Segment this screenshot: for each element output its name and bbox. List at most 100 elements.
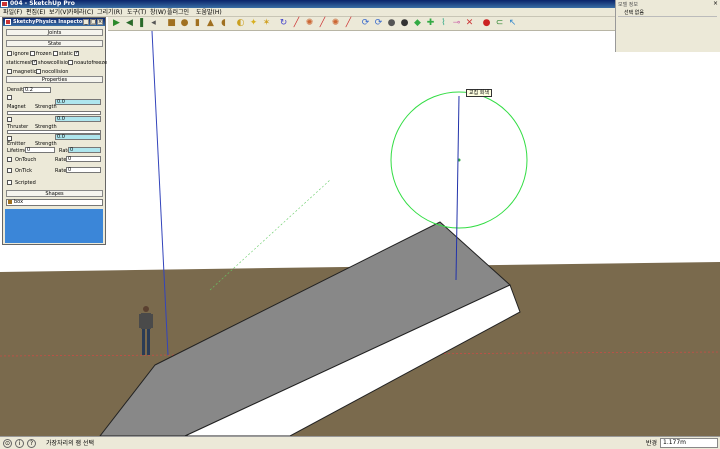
inspector-empty-area: [5, 209, 103, 243]
ontouch-label: OnTouch: [15, 157, 37, 163]
line-icon[interactable]: ╱: [291, 18, 302, 29]
servo-icon[interactable]: ⟳: [360, 18, 371, 29]
checkbox-ignore[interactable]: [7, 51, 12, 56]
viewport[interactable]: [0, 0, 720, 449]
density-input[interactable]: 0.2: [23, 87, 51, 93]
checkbox-scripted[interactable]: [7, 180, 12, 185]
ontick-rate-input[interactable]: 0: [66, 167, 101, 173]
record-icon[interactable]: ●: [481, 18, 492, 29]
ontick-label: OnTick: [15, 168, 33, 174]
bolt-icon[interactable]: ✶: [261, 18, 272, 29]
ontouch-rate-input[interactable]: 0: [66, 156, 101, 162]
ball-icon[interactable]: ●: [399, 18, 410, 29]
rewind-icon[interactable]: ◀: [124, 18, 135, 29]
magnet-strength-input[interactable]: 0.0: [55, 99, 101, 105]
lamp-icon[interactable]: ✦: [248, 18, 259, 29]
magnet-icon[interactable]: ◐: [235, 18, 246, 29]
measurement-input[interactable]: 1.177m: [660, 438, 718, 448]
pause-icon[interactable]: ❚: [136, 18, 147, 29]
menu-view[interactable]: 보기(V): [49, 8, 69, 17]
lifetime-input[interactable]: 0: [25, 147, 55, 153]
state-section[interactable]: State: [6, 40, 103, 47]
entity-info-header: 모델 정보: [618, 2, 638, 8]
checkbox-thruster[interactable]: [7, 117, 12, 122]
title-bar: 004 - SketchUp Pro: [0, 0, 720, 8]
sphere-icon[interactable]: ●: [179, 18, 190, 29]
physics-title: SketchyPhysics Inspector: [13, 19, 85, 25]
emitter-label: Emitter: [7, 141, 26, 147]
toolbar: ▶ ◀ ❚ ◂ ■ ● ▮ ▲ ◖ ◐ ✦ ✶ ↻ ╱ ✺ ╱ ✺ ╱ ⟳ ⟳ …: [108, 17, 615, 31]
spring-icon[interactable]: ⌇: [438, 18, 449, 29]
properties-section[interactable]: Properties: [6, 76, 103, 83]
shape-select[interactable]: box: [6, 199, 103, 206]
help-icon[interactable]: ?: [27, 439, 36, 448]
slider-icon[interactable]: ●: [386, 18, 397, 29]
credits-icon[interactable]: i: [15, 439, 24, 448]
checkbox-magnet[interactable]: [7, 95, 12, 100]
cylinder-icon[interactable]: ▮: [192, 18, 203, 29]
menu-edit[interactable]: 편집(E): [26, 8, 46, 17]
rope-icon[interactable]: ✺: [330, 18, 341, 29]
menu-plugins[interactable]: 플러그인: [167, 8, 189, 17]
pencil-icon[interactable]: ╱: [317, 18, 328, 29]
checkbox-staticmesh[interactable]: ✓: [32, 60, 37, 65]
checkbox-static-checked[interactable]: ✓: [74, 51, 79, 56]
emitter-strength-input[interactable]: 0.0: [55, 134, 101, 140]
cone-icon[interactable]: ▲: [205, 18, 216, 29]
hinge-icon[interactable]: ╱: [343, 18, 354, 29]
arrow-icon[interactable]: ↖: [507, 18, 518, 29]
measurement-label: 반경: [646, 440, 658, 447]
checkbox-noautofreeze[interactable]: [7, 69, 12, 74]
geo-location-icon[interactable]: ⊙: [3, 439, 12, 448]
box-icon[interactable]: ■: [166, 18, 177, 29]
label-staticmesh: staticmesh: [6, 60, 34, 66]
checkbox-ontick[interactable]: [7, 168, 12, 173]
rotate-icon[interactable]: ↻: [278, 18, 289, 29]
entity-info-panel: 모델 정보 × 선택 없음: [615, 0, 720, 52]
play-icon[interactable]: ▶: [111, 18, 122, 29]
undo-icon[interactable]: ◂: [148, 18, 159, 29]
label-static: static: [59, 51, 73, 57]
checkbox-frozen[interactable]: [30, 51, 35, 56]
entity-info-row[interactable]: 선택 없음: [618, 9, 717, 17]
label-noautofreeze: noautofreeze: [74, 60, 108, 66]
menu-bar: 파일(F) 편집(E) 보기(V) 카메라(C) 그리기(R) 도구(T) 창(…: [0, 8, 615, 17]
torus-icon[interactable]: ◖: [218, 18, 229, 29]
magnet-slider[interactable]: [7, 111, 101, 115]
close-button[interactable]: ×: [97, 19, 103, 25]
ontick-rate-label: Rate: [55, 168, 67, 174]
box-shape-icon: [8, 200, 12, 204]
checkbox-showcollision[interactable]: [68, 60, 73, 65]
link-icon[interactable]: ⊸: [451, 18, 462, 29]
joint-icon[interactable]: ✚: [425, 18, 436, 29]
status-bar: ⊙ i ? 가장자리의 잼 선택 반경 1.177m: [0, 436, 720, 449]
gear-icon[interactable]: ✺: [304, 18, 315, 29]
minimize-button[interactable]: _: [83, 19, 89, 25]
label-showcollision: showcollision: [38, 60, 72, 66]
status-message: 가장자리의 잼 선택: [46, 440, 94, 447]
checkbox-ontouch[interactable]: [7, 157, 12, 162]
menu-camera[interactable]: 카메라(C): [68, 8, 93, 17]
label-magnetic: magnetic: [13, 69, 37, 75]
emitter-rate-input[interactable]: 0: [68, 147, 101, 153]
window-title: 004 - SketchUp Pro: [10, 0, 75, 7]
joints-section[interactable]: Joints: [6, 29, 103, 36]
ontouch-rate-label: Rate: [55, 157, 67, 163]
scripted-label: Scripted: [15, 180, 36, 186]
delete-icon[interactable]: ✕: [464, 18, 475, 29]
piston-icon[interactable]: ⟳: [373, 18, 384, 29]
menu-file[interactable]: 파일(F): [3, 8, 22, 17]
magnet-red-icon[interactable]: ⊂: [494, 18, 505, 29]
checkbox-static[interactable]: [53, 51, 58, 56]
menu-help[interactable]: 도움말(H): [196, 8, 222, 17]
close-icon[interactable]: ×: [713, 0, 718, 7]
menu-window[interactable]: 창(W): [150, 8, 166, 17]
thruster-strength-input[interactable]: 0.0: [55, 116, 101, 122]
menu-tools[interactable]: 도구(T): [127, 8, 146, 17]
checkbox-magnetic[interactable]: [36, 69, 41, 74]
cube-green-icon[interactable]: ◆: [412, 18, 423, 29]
maximize-button[interactable]: □: [90, 19, 96, 25]
physics-title-bar: SketchyPhysics Inspector _ □ ×: [3, 18, 105, 26]
shapes-section[interactable]: Shapes: [6, 190, 103, 197]
menu-draw[interactable]: 그리기(R): [97, 8, 122, 17]
